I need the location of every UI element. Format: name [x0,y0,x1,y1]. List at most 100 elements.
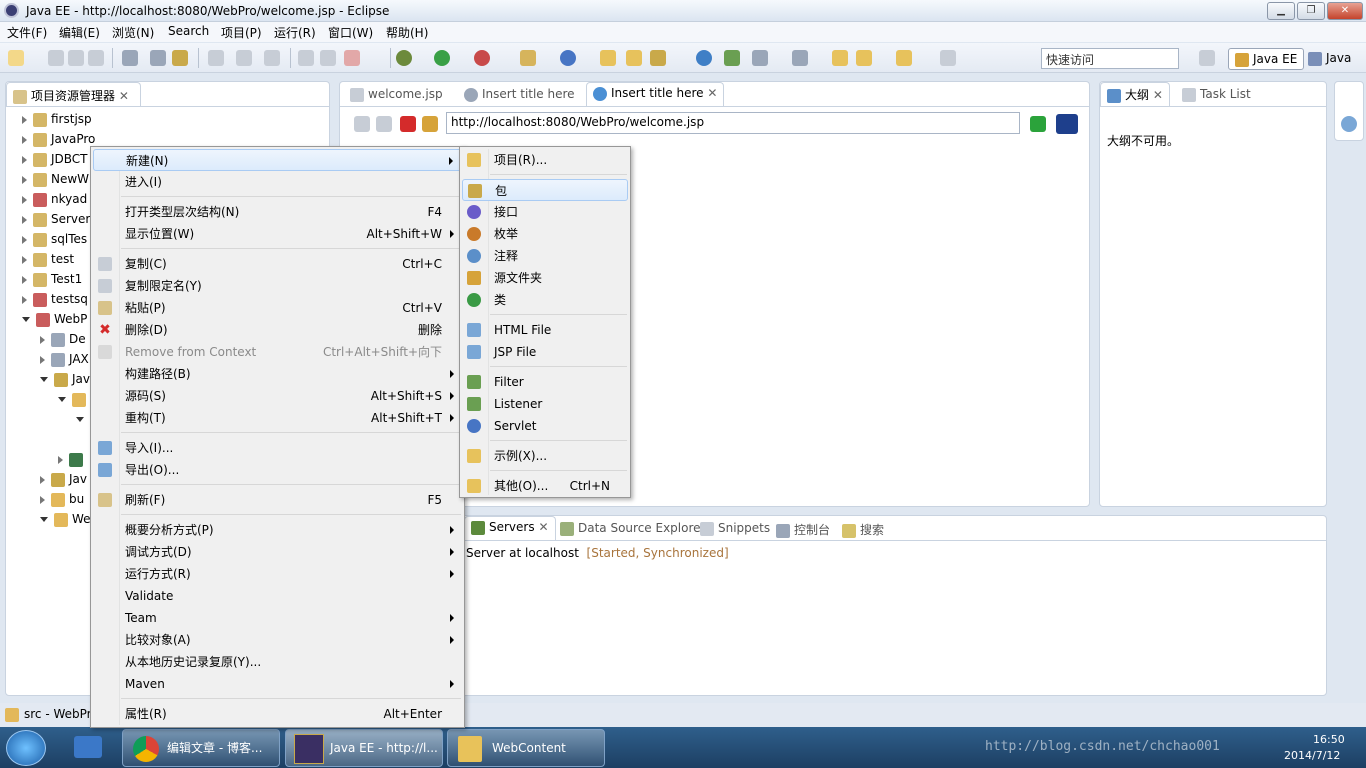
submenu-listener[interactable]: Listener [462,393,628,415]
taskbar-folder[interactable]: WebContent [447,729,605,767]
browser-stop-icon[interactable] [400,116,416,132]
undo-icon[interactable] [208,50,224,66]
menu-copy-qualified-name[interactable]: 复制限定名(Y) [93,275,462,297]
menu-source[interactable]: 源码(S) Alt+Shift+S [93,385,462,407]
tab-insert-title-2[interactable]: Insert title here ✕ [586,82,725,106]
open-folder-icon[interactable] [600,50,616,66]
tab-snippets[interactable]: Snippets [694,518,776,539]
submenu-jsp-file[interactable]: JSP File [462,341,628,363]
folder-icon[interactable] [626,50,642,66]
menu-paste[interactable]: 粘贴(P) Ctrl+V [93,297,462,319]
tab-search[interactable]: 搜索 [836,518,890,539]
last-edit-icon[interactable] [832,50,848,66]
menu-run-as[interactable]: 运行方式(R) [93,563,462,585]
tree-item[interactable]: De [40,329,86,349]
tab-project-explorer[interactable]: 项目资源管理器 ✕ [6,82,141,106]
tree-item[interactable]: testsq [22,289,88,309]
palette-icon[interactable] [1341,116,1357,132]
wrap-icon[interactable] [150,50,166,66]
quick-access-input[interactable]: 快速访问 [1041,48,1179,69]
tree-item[interactable]: Test1 [22,269,82,289]
perspective-java[interactable]: Java [1302,48,1357,70]
globe-icon[interactable] [696,50,712,66]
submenu-other[interactable]: 其他(O)... Ctrl+N [462,475,628,497]
tree-item[interactable]: JDBCT [22,149,88,169]
tree-item[interactable] [58,449,87,469]
menu-window[interactable]: 窗口(W) [328,24,373,41]
menu-validate[interactable]: Validate [93,585,462,607]
menu-debug-as[interactable]: 调试方式(D) [93,541,462,563]
tab-welcome-jsp[interactable]: welcome.jsp [344,84,449,105]
terminate-icon[interactable] [344,50,360,66]
menu-import[interactable]: 导入(I)... [93,437,462,459]
new-icon[interactable] [8,50,24,66]
save-all-icon[interactable] [68,50,84,66]
tab-task-list[interactable]: Task List [1176,84,1257,105]
tree-item[interactable]: nkyad [22,189,87,209]
submenu-source-folder[interactable]: 源文件夹 [462,267,628,289]
tab-data-source-explorer[interactable]: Data Source Explorer [554,518,711,539]
pin-editor-icon[interactable] [940,50,956,66]
submenu-package[interactable]: 包 [462,179,628,201]
menu-show-in[interactable]: 显示位置(W) Alt+Shift+W [93,223,462,245]
submenu-annotation[interactable]: 注释 [462,245,628,267]
menu-run[interactable]: 运行(R) [274,24,316,41]
submenu-example[interactable]: 示例(X)... [462,445,628,467]
clock-time[interactable]: 16:50 [1313,733,1345,746]
minimize-button[interactable]: ▁ [1267,2,1295,20]
url-input[interactable]: http://localhost:8080/WebPro/welcome.jsp [446,112,1020,134]
menu-project[interactable]: 项目(P) [221,24,262,41]
taskbar-chrome[interactable]: 编辑文章 - 博客... [122,729,280,767]
menu-new[interactable]: 新建(N) [93,149,462,171]
perspective-javaee[interactable]: Java EE [1228,48,1305,70]
menu-navigate[interactable]: 浏览(N) [112,24,154,41]
tree-item[interactable]: Server [22,209,90,229]
print-icon[interactable] [88,50,104,66]
tree-item[interactable]: bu [40,489,84,509]
tree-item[interactable]: sqlTes [22,229,87,249]
build-icon[interactable] [724,50,740,66]
new-servlet-icon[interactable] [560,50,576,66]
tree-item[interactable]: Jav [40,469,87,489]
menu-refresh[interactable]: 刷新(F) F5 [93,489,462,511]
browser-forward-icon[interactable] [376,116,392,132]
redo-icon[interactable] [236,50,252,66]
tree-item[interactable]: firstjsp [22,109,92,129]
browser-refresh-icon[interactable] [422,116,438,132]
go-icon[interactable] [1030,116,1046,132]
tree-item-selected[interactable] [58,389,90,409]
menu-copy[interactable]: 复制(C) Ctrl+C [93,253,462,275]
new-project-icon[interactable] [520,50,536,66]
menu-edit[interactable]: 编辑(E) [59,24,100,41]
tab-console[interactable]: 控制台 [770,518,836,539]
tree-item[interactable]: Jav [40,369,90,389]
server-icon[interactable] [396,50,412,66]
tab-insert-title-1[interactable]: Insert title here [458,84,581,105]
tree-item[interactable]: test [22,249,74,269]
back-icon[interactable] [856,50,872,66]
run-icon[interactable] [434,50,450,66]
start-button[interactable] [6,730,46,766]
menu-delete[interactable]: ✖ 删除(D) 删除 [93,319,462,341]
tree-item[interactable]: WebP [22,309,87,329]
open-perspective-icon[interactable] [1199,50,1215,66]
clock-date[interactable]: 2014/7/12 [1284,749,1340,762]
tab-servers[interactable]: Servers ✕ [464,516,556,540]
menu-refactor[interactable]: 重构(T) Alt+Shift+T [93,407,462,429]
menu-restore-local-history[interactable]: 从本地历史记录复原(Y)... [93,651,462,673]
show-desktop-icon[interactable] [74,736,102,758]
submenu-project[interactable]: 项目(R)... [462,149,628,171]
maximize-button[interactable]: ❐ [1297,2,1325,20]
submenu-interface[interactable]: 接口 [462,201,628,223]
menu-open-type-hierarchy[interactable]: 打开类型层次结构(N) F4 [93,201,462,223]
menu-properties[interactable]: 属性(R) Alt+Enter [93,703,462,725]
next-annotation-icon[interactable] [792,50,808,66]
search-tool-icon[interactable] [650,50,666,66]
tab-outline[interactable]: 大纲 ✕ [1100,82,1170,106]
menu-help[interactable]: 帮助(H) [386,24,428,41]
save-icon[interactable] [48,50,64,66]
menu-team[interactable]: Team [93,607,462,629]
tree-item[interactable]: JAX [40,349,89,369]
taskbar-eclipse[interactable]: Java EE - http://l... [285,729,443,767]
format-icon[interactable] [172,50,188,66]
